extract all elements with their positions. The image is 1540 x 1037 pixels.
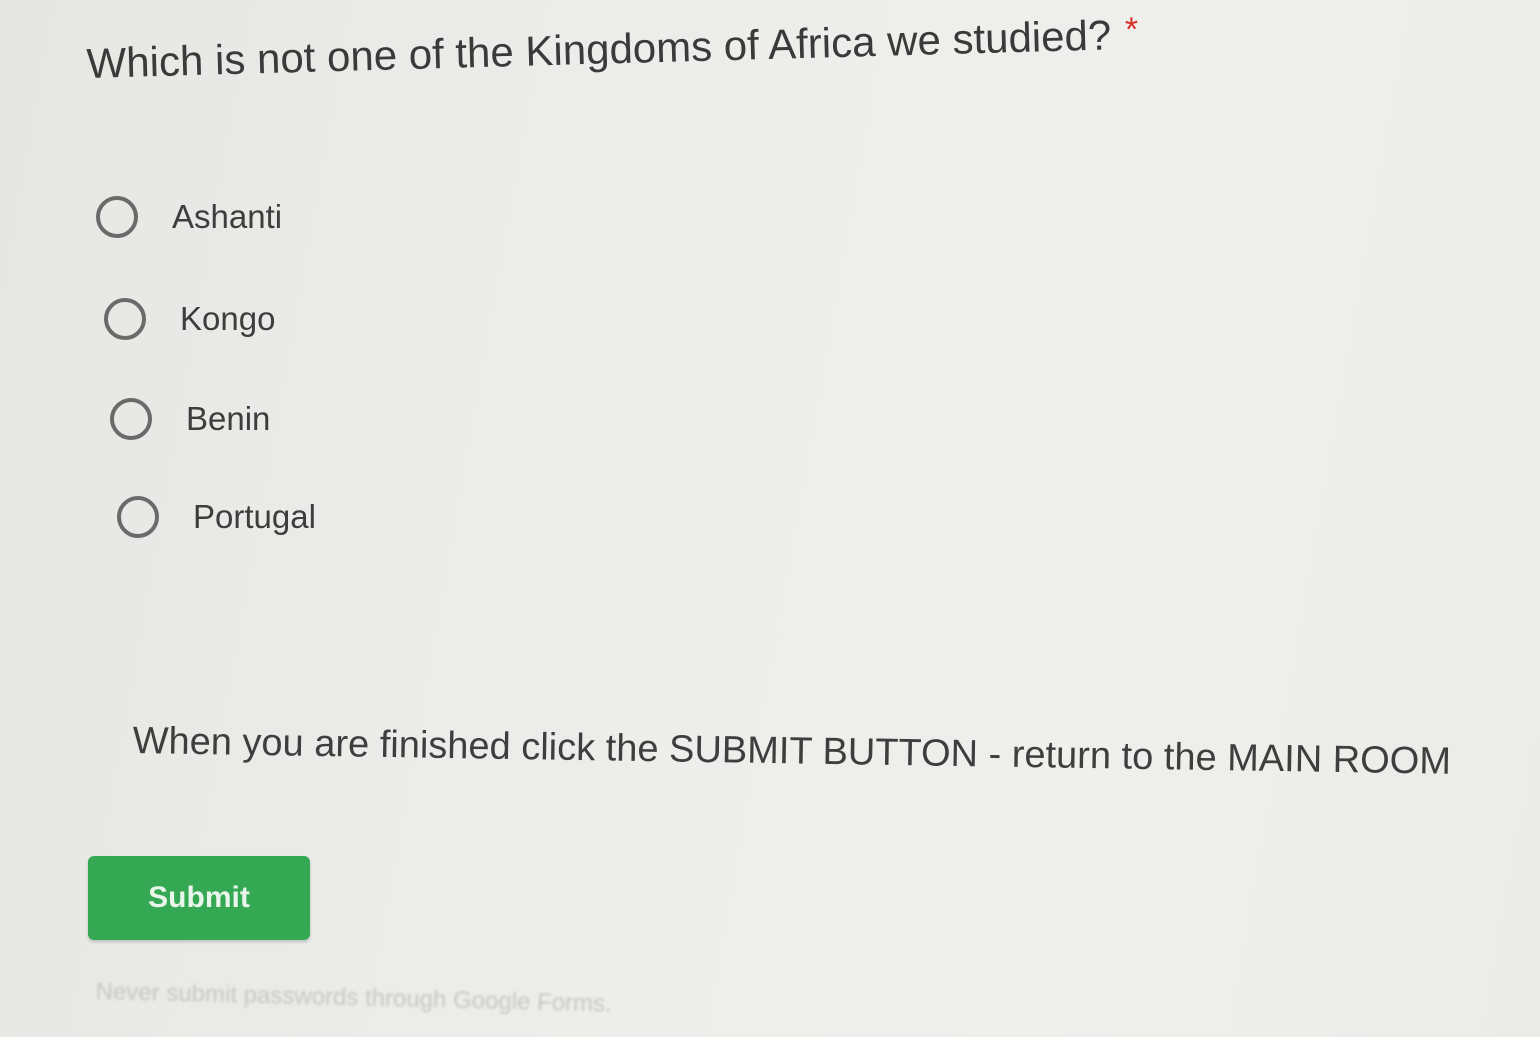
question-text: Which is not one of the Kingdoms of Afri… (86, 11, 1112, 87)
option-label[interactable]: Benin (186, 400, 270, 438)
option-kongo[interactable]: Kongo (104, 298, 275, 340)
option-label[interactable]: Kongo (180, 300, 275, 338)
footer-disclaimer: Never submit passwords through Google Fo… (95, 978, 613, 1018)
radio-button-icon[interactable] (117, 496, 159, 538)
instruction-text: When you are finished click the SUBMIT B… (132, 720, 1452, 783)
option-ashanti[interactable]: Ashanti (96, 196, 282, 238)
required-asterisk: * (1124, 10, 1139, 49)
radio-button-icon[interactable] (96, 196, 138, 238)
option-label[interactable]: Portugal (193, 498, 316, 536)
radio-button-icon[interactable] (104, 298, 146, 340)
question-title: Which is not one of the Kingdoms of Afri… (86, 4, 1387, 88)
option-label[interactable]: Ashanti (172, 198, 282, 236)
submit-button[interactable]: Submit (88, 856, 310, 940)
option-portugal[interactable]: Portugal (117, 496, 316, 538)
option-benin[interactable]: Benin (110, 398, 270, 440)
form-page: Which is not one of the Kingdoms of Afri… (0, 0, 1540, 1037)
radio-button-icon[interactable] (110, 398, 152, 440)
